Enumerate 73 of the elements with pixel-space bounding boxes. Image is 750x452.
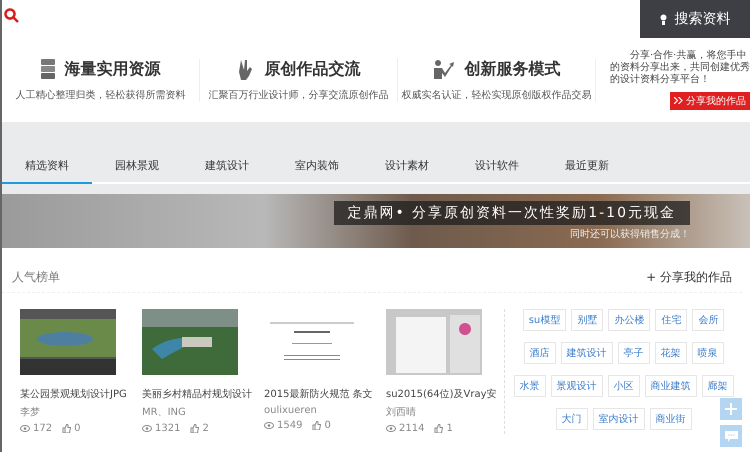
view-count: 1549: [277, 420, 302, 431]
share-work-button[interactable]: 分享我的作品: [670, 92, 750, 110]
lightbulb-icon: [660, 14, 666, 24]
promo-banner[interactable]: 定鼎网• 分享原创资料一次性奖励1-10元现金 同时还可以获得销售分成！: [2, 194, 750, 248]
work-title[interactable]: 美丽乡村精品村规划设计: [142, 387, 260, 401]
like-count: 2: [202, 423, 209, 434]
tag-link[interactable]: 别墅: [571, 309, 604, 331]
server-icon: [40, 59, 54, 79]
work-title[interactable]: 2015最新防火规范 条文: [264, 387, 382, 401]
author-name: MR、ING: [142, 406, 187, 419]
tag-link[interactable]: 廊架: [702, 375, 734, 397]
tag-link[interactable]: 花架: [654, 342, 686, 364]
thumbs-up-icon: [190, 424, 200, 433]
tag-link[interactable]: 大门: [556, 408, 588, 430]
tag-link[interactable]: 商业建筑: [644, 375, 696, 397]
tag-link[interactable]: 会所: [692, 309, 724, 331]
category-tab[interactable]: 园林景观: [92, 148, 182, 184]
like-count: 1: [446, 423, 453, 434]
search-icon[interactable]: [4, 8, 20, 24]
tag-link[interactable]: 水景: [514, 375, 546, 397]
view-count: 172: [33, 423, 52, 434]
work-title[interactable]: 某公园景观规划设计JPG: [20, 387, 138, 401]
eye-icon: [264, 422, 274, 429]
tag-link[interactable]: 小区: [608, 375, 640, 397]
tag-link[interactable]: 景观设计: [550, 375, 602, 397]
feature-title: 原创作品交流: [264, 58, 360, 80]
thumbs-up-icon: [62, 424, 72, 433]
thumbs-up-icon: [434, 424, 444, 433]
tag-link[interactable]: 建筑设计: [560, 342, 612, 364]
feature-title: 海量实用资源: [64, 58, 160, 80]
eye-icon: [20, 425, 30, 432]
eye-icon: [142, 425, 152, 432]
view-count: 2114: [399, 423, 424, 434]
section-title: 人气榜单: [12, 268, 60, 286]
banner-title: 定鼎网• 分享原创资料一次性奖励1-10元现金: [334, 201, 690, 225]
category-tab[interactable]: 室内装饰: [272, 148, 362, 184]
tag-link[interactable]: 商业街: [650, 408, 692, 430]
feature-subtitle: 汇聚百万行业设计师，分享交流原创作品: [208, 88, 388, 102]
author-name: 刘西晴: [386, 406, 417, 419]
banner-subtitle: 同时还可以获得销售分成！: [570, 228, 690, 241]
feature-subtitle: 权威实名认证，轻松实现原创版权作品交易: [402, 88, 592, 102]
eye-icon: [386, 425, 396, 432]
promo-text: 分享·合作·共赢，将您手中的资料分享出来，共同创建优秀的设计资料分享平台！: [610, 50, 750, 86]
category-tab[interactable]: 最近更新: [542, 148, 632, 184]
feature-subtitle: 人工精心整理归类，轻松获得所需资料: [16, 88, 186, 102]
view-count: 1321: [155, 423, 180, 434]
add-button[interactable]: [720, 398, 742, 420]
feature-title: 创新服务模式: [464, 58, 560, 80]
plus-icon: [725, 403, 737, 415]
category-tab[interactable]: 建筑设计: [182, 148, 272, 184]
work-title[interactable]: su2015(64位)及Vray安: [386, 387, 504, 401]
double-chevron-icon: [674, 97, 683, 104]
author-name: oulixueren: [264, 405, 318, 416]
like-count: 0: [74, 423, 80, 434]
category-tab[interactable]: 精选资料: [2, 148, 92, 184]
hand-icon: [236, 58, 254, 80]
author-name: 李梦: [20, 406, 41, 419]
category-tab[interactable]: 设计素材: [362, 148, 452, 184]
like-count: 0: [324, 420, 331, 431]
chat-button[interactable]: [720, 425, 742, 447]
person-arrow-icon: [432, 59, 454, 79]
chat-bubble-icon: [724, 430, 738, 442]
search-button[interactable]: 搜索资料: [640, 0, 750, 38]
tag-link[interactable]: 办公楼: [608, 309, 650, 331]
thumbs-up-icon: [312, 421, 322, 430]
tag-link[interactable]: 室内设计: [592, 408, 644, 430]
share-work-link[interactable]: + 分享我的作品: [646, 268, 732, 286]
tag-link[interactable]: 亭子: [618, 342, 650, 364]
tag-link[interactable]: 喷泉: [692, 342, 724, 364]
tag-link[interactable]: 酒店: [524, 342, 556, 364]
tag-link[interactable]: su模型: [522, 309, 566, 331]
category-tab[interactable]: 设计软件: [452, 148, 542, 184]
tag-link[interactable]: 住宅: [655, 309, 688, 331]
